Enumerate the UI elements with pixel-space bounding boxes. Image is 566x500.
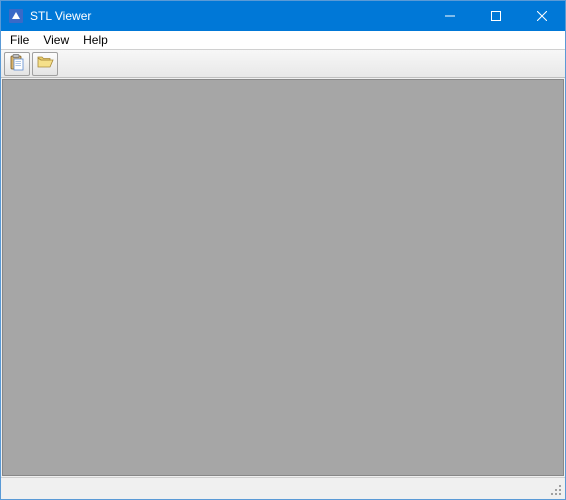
menu-help[interactable]: Help xyxy=(76,32,115,48)
viewport[interactable] xyxy=(2,79,564,476)
open-button[interactable] xyxy=(32,52,58,76)
app-icon xyxy=(8,8,24,24)
statusbar xyxy=(1,477,565,499)
size-grip[interactable] xyxy=(547,481,563,497)
folder-open-icon xyxy=(36,53,54,74)
toolbar xyxy=(1,50,565,78)
menu-file[interactable]: File xyxy=(3,32,36,48)
window-controls xyxy=(427,1,565,31)
minimize-button[interactable] xyxy=(427,1,473,31)
close-button[interactable] xyxy=(519,1,565,31)
menu-view[interactable]: View xyxy=(36,32,76,48)
window-title: STL Viewer xyxy=(30,1,91,31)
window: STL Viewer File View Help xyxy=(0,0,566,500)
paste-button[interactable] xyxy=(4,52,30,76)
menubar: File View Help xyxy=(1,31,565,50)
maximize-button[interactable] xyxy=(473,1,519,31)
viewport-container xyxy=(1,78,565,477)
titlebar[interactable]: STL Viewer xyxy=(1,1,565,31)
paste-icon xyxy=(8,53,26,74)
